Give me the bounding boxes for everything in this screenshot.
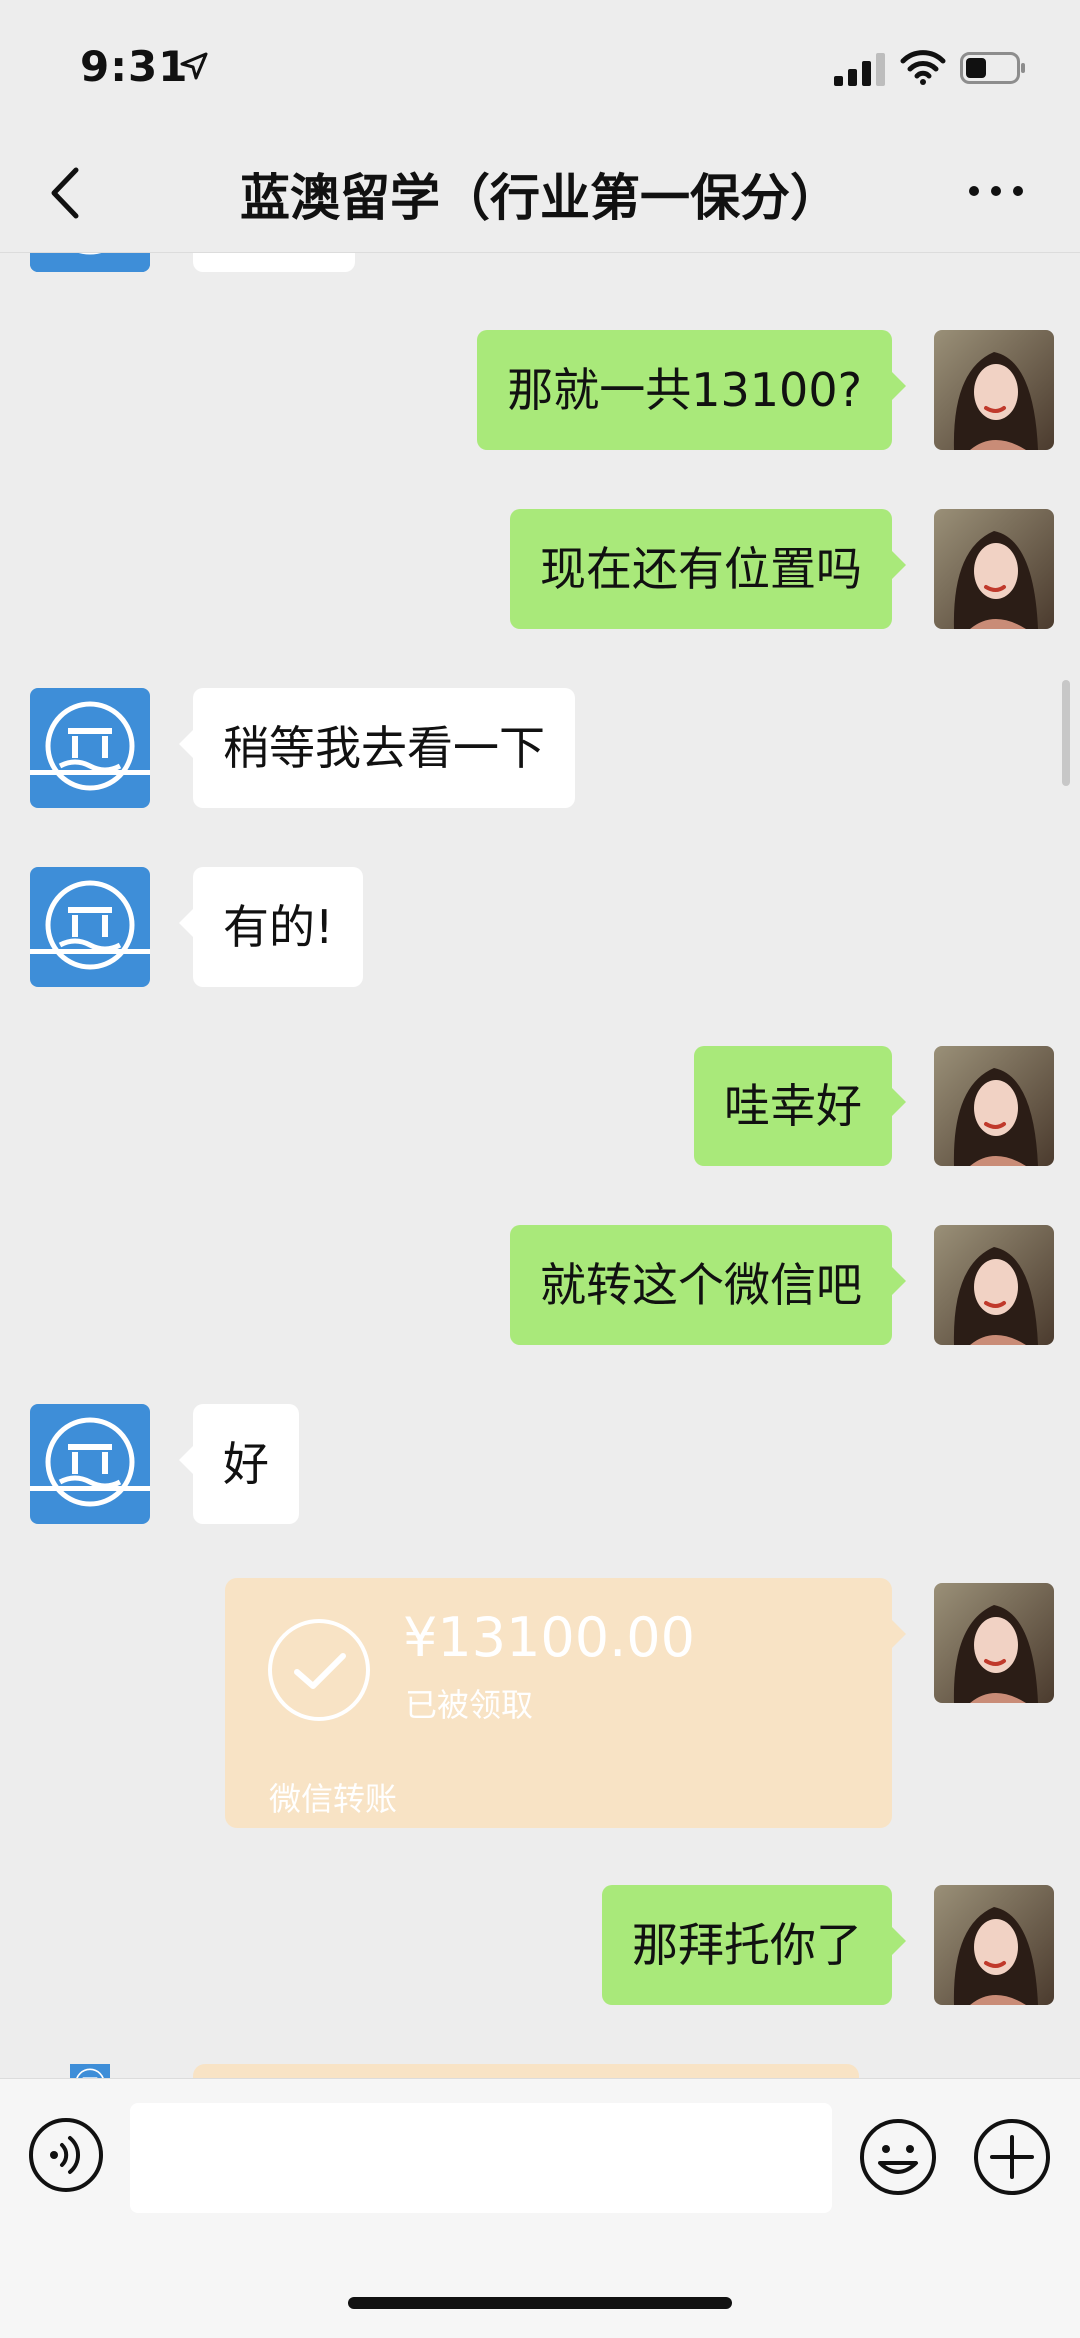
user-avatar[interactable] — [934, 1225, 1054, 1345]
check-circle-icon — [268, 1619, 370, 1721]
outgoing-message-bubble[interactable]: 哇幸好 — [694, 1046, 906, 1166]
status-time: 9:31 — [80, 42, 189, 91]
user-avatar[interactable] — [934, 1583, 1054, 1703]
agency-avatar[interactable] — [30, 867, 150, 987]
incoming-message-bubble[interactable]: 稍等我去看一下 — [179, 688, 575, 808]
message-row: 哇幸好 — [0, 1046, 1080, 1166]
outgoing-message-bubble[interactable]: 现在还有位置吗 — [510, 509, 906, 629]
agency-avatar[interactable] — [30, 252, 150, 272]
transfer-amount: ¥13100.00 — [403, 1606, 696, 1669]
message-row: 好 — [0, 1404, 1080, 1524]
message-list[interactable]: 那就一共13100? 现在还有位置吗 稍等我去看一下 有的! 哇幸好 就转这个微… — [0, 252, 1080, 2078]
user-avatar[interactable] — [934, 1885, 1054, 2005]
message-bubble-partial — [193, 252, 355, 272]
message-row: 就转这个微信吧 — [0, 1225, 1080, 1345]
status-bar: 9:31 — [0, 0, 1080, 130]
more-dots-icon[interactable] — [966, 176, 1026, 206]
location-arrow-icon — [180, 52, 208, 80]
message-row: 有的! — [0, 867, 1080, 987]
wechat-transfer-card[interactable]: ¥13100.00 已被领取 微信转账 — [225, 1578, 906, 1828]
user-avatar[interactable] — [934, 330, 1054, 450]
transfer-label: 微信转账 — [269, 1780, 398, 1818]
outgoing-message-bubble[interactable]: 就转这个微信吧 — [510, 1225, 906, 1345]
agency-avatar[interactable] — [30, 688, 150, 808]
message-row: 稍等我去看一下 — [0, 688, 1080, 808]
wifi-icon — [900, 50, 946, 85]
outgoing-message-bubble[interactable]: 那拜托你了 — [602, 1885, 906, 2005]
user-avatar[interactable] — [934, 509, 1054, 629]
wechat-transfer-card-partial[interactable] — [193, 2064, 859, 2078]
plus-icon[interactable] — [972, 2117, 1052, 2197]
voice-icon[interactable] — [28, 2117, 104, 2193]
message-input[interactable] — [130, 2103, 832, 2213]
agency-avatar[interactable] — [30, 1404, 150, 1524]
cellular-signal-icon — [834, 53, 885, 86]
message-row: 那拜托你了 — [0, 1885, 1080, 2005]
home-indicator — [348, 2297, 732, 2309]
input-bar — [0, 2078, 1080, 2338]
incoming-message-bubble[interactable]: 好 — [179, 1404, 299, 1524]
scrollbar[interactable] — [1062, 680, 1070, 786]
message-row: 现在还有位置吗 — [0, 509, 1080, 629]
transfer-status: 已被领取 — [405, 1686, 534, 1724]
message-row: 那就一共13100? — [0, 330, 1080, 450]
chat-title: 蓝澳留学（行业第一保分） — [240, 169, 840, 227]
agency-avatar[interactable] — [30, 2064, 150, 2078]
emoji-icon[interactable] — [858, 2117, 938, 2197]
chat-header: 蓝澳留学（行业第一保分） — [0, 130, 1080, 253]
user-avatar[interactable] — [934, 1046, 1054, 1166]
incoming-message-bubble[interactable]: 有的! — [178, 867, 364, 987]
battery-icon — [960, 52, 1025, 84]
outgoing-message-bubble[interactable]: 那就一共13100? — [477, 330, 906, 450]
